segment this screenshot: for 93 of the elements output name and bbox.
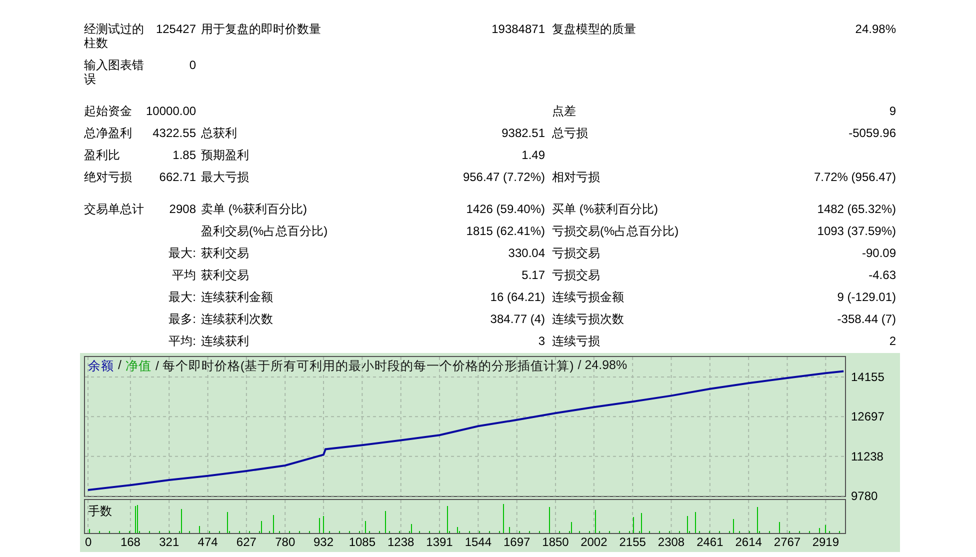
stat-label: 连续亏损次数 <box>552 311 625 328</box>
stat-label: 亏损交易 <box>552 267 601 284</box>
stat-value: 9 <box>888 103 896 120</box>
stat-label: 连续亏损 <box>552 333 601 350</box>
stat-label: 起始资金 <box>84 103 133 120</box>
stat-label: 预期盈利 <box>201 147 250 164</box>
x-axis-label: 2308 <box>658 535 685 549</box>
stat-label: 用于复盘的即时价数量 <box>201 21 322 38</box>
x-axis-label: 1238 <box>388 535 414 549</box>
stat-label: 连续亏损金额 <box>552 289 625 306</box>
stat-label: 亏损交易 <box>552 245 601 262</box>
x-axis-label: 474 <box>198 535 218 549</box>
stat-value: 2 <box>888 333 896 350</box>
x-axis-label: 2461 <box>696 535 724 549</box>
x-axis-label: 2919 <box>812 535 840 549</box>
x-axis-label: 321 <box>159 535 180 549</box>
stat-label: 卖单 (%获利百分比) <box>201 201 308 218</box>
stat-label: 盈利比 <box>84 147 121 164</box>
stat-value: 0 <box>188 57 196 74</box>
chart-title-text: / 每个即时价格(基于所有可利用的最小时段的每一个价格的分形插值计算) <box>155 358 574 375</box>
chart-title-text: / <box>118 358 122 374</box>
x-axis-label: 2155 <box>619 535 646 549</box>
stat-value: 662.71 <box>158 169 196 186</box>
y-axis-label: 12697 <box>851 410 884 424</box>
x-axis-label: 932 <box>314 535 334 549</box>
x-axis-label: 168 <box>120 535 140 549</box>
stat-value: 平均 <box>171 267 196 284</box>
x-axis-label: 1544 <box>464 535 492 549</box>
stat-value: 24.98% <box>854 21 896 38</box>
stat-value: -4.63 <box>868 267 896 284</box>
x-axis-label: 1697 <box>504 535 530 549</box>
stat-label: 复盘模型的质量 <box>552 21 637 38</box>
stat-value: 384.77 (4) <box>489 311 545 328</box>
stat-label: 获利交易 <box>201 245 250 262</box>
stat-label: 连续获利金额 <box>201 289 274 306</box>
stat-value: 7.72% (956.47) <box>812 169 896 186</box>
stat-label: 经测试过的柱数 <box>84 21 145 52</box>
volume-label: 手数 <box>88 503 112 520</box>
chart-title-text: / 24.98% <box>578 358 628 374</box>
stat-value: 1482 (65.32%) <box>816 201 896 218</box>
stat-value: 956.47 (7.72%) <box>462 169 545 186</box>
stat-value: 3 <box>537 333 545 350</box>
stat-value: 4322.55 <box>152 125 196 142</box>
y-axis-label: 11238 <box>851 449 884 464</box>
stat-label: 总获利 <box>201 125 238 142</box>
stat-value: 19384871 <box>490 21 545 38</box>
stat-label: 亏损交易(%占总百分比) <box>552 223 680 240</box>
x-axis-label: 627 <box>236 535 256 549</box>
stat-label: 交易单总计 <box>84 201 145 218</box>
x-axis-label: 0 <box>85 535 92 549</box>
stat-value: -358.44 (7) <box>836 311 896 328</box>
stat-value: 1093 (37.59%) <box>816 223 896 240</box>
stat-label: 最大亏损 <box>201 169 250 186</box>
stat-value: 1.49 <box>520 147 545 164</box>
stat-label: 连续获利次数 <box>201 311 274 328</box>
x-axis-label: 1391 <box>426 535 453 549</box>
stat-value: 2908 <box>168 201 196 218</box>
y-axis-label: 14155 <box>851 370 884 384</box>
x-axis-label: 2767 <box>774 535 801 549</box>
stat-value: 平均: <box>168 333 196 350</box>
stat-value: 125427 <box>154 21 196 38</box>
stat-value: 10000.00 <box>146 103 196 120</box>
stat-value: 9382.51 <box>500 125 545 142</box>
stat-label: 总净盈利 <box>84 125 133 142</box>
stat-value: 9 (-129.01) <box>836 289 896 306</box>
stat-value: 1426 (59.40%) <box>465 201 545 218</box>
x-axis-label: 2002 <box>580 535 608 549</box>
stat-value: 最多: <box>168 311 196 328</box>
stat-label: 绝对亏损 <box>84 169 133 186</box>
stat-label: 获利交易 <box>201 267 250 284</box>
stat-value: 最大: <box>168 289 196 306</box>
stat-value: 最大: <box>168 245 196 262</box>
stat-value: 1815 (62.41%) <box>465 223 545 240</box>
stat-value: 16 (64.21) <box>489 289 545 306</box>
stat-label: 连续获利 <box>201 333 250 350</box>
x-axis-label: 1850 <box>542 535 569 549</box>
stat-value: 5.17 <box>520 267 545 284</box>
stat-value: 330.04 <box>507 245 545 262</box>
stat-label: 输入图表错误 <box>84 57 145 88</box>
stat-label: 盈利交易(%占总百分比) <box>201 223 329 240</box>
stat-value: -5059.96 <box>848 125 896 142</box>
stat-value: 1.85 <box>172 147 196 164</box>
stat-label: 相对亏损 <box>552 169 601 186</box>
stat-value: -90.09 <box>860 245 896 262</box>
legend-label: 净值 <box>125 358 152 375</box>
legend-label: 余额 <box>88 358 114 375</box>
x-axis-label: 2614 <box>735 535 762 549</box>
stat-label: 总亏损 <box>552 125 589 142</box>
stat-label: 点差 <box>552 103 577 120</box>
stat-label: 买单 (%获利百分比) <box>552 201 659 218</box>
x-axis-label: 780 <box>275 535 296 549</box>
y-axis-label: 9780 <box>851 489 878 503</box>
x-axis-label: 1085 <box>348 535 376 549</box>
